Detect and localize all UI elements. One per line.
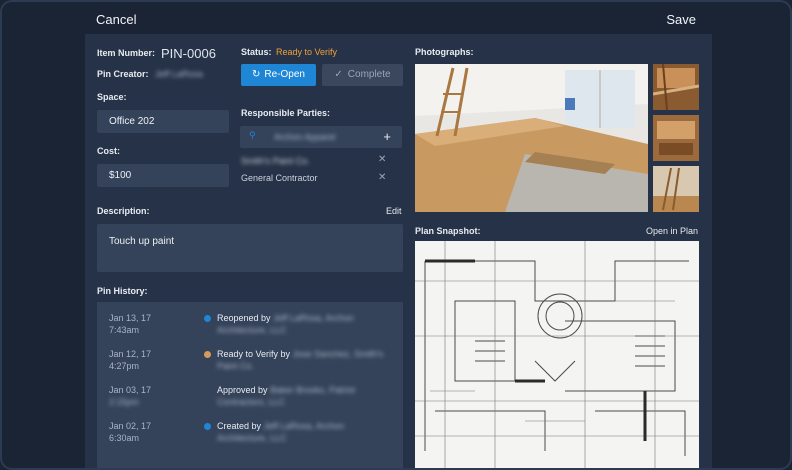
history-time: 4:27pm xyxy=(109,361,140,371)
edit-description-link[interactable]: Edit xyxy=(386,206,402,216)
check-icon: ✓ xyxy=(334,69,343,80)
description-text: Touch up paint xyxy=(109,236,175,247)
description-box[interactable]: Touch up paint xyxy=(97,224,403,272)
status-dot xyxy=(204,351,211,358)
history-action: Created by Jeff LaRosa, Archon Architect… xyxy=(217,421,345,443)
status-dot xyxy=(204,423,211,430)
remove-party-icon[interactable]: ✕ xyxy=(378,172,386,183)
pin-history-label: Pin History: xyxy=(97,286,148,296)
history-date: Jan 13, 17 xyxy=(109,313,152,323)
room-photo-image xyxy=(415,64,648,212)
pin-history-list: Jan 13, 17 7:43am Reopened by Jeff LaRos… xyxy=(97,302,403,468)
item-number-label: Item Number: xyxy=(97,48,156,58)
top-bar: Cancel Save xyxy=(2,2,790,36)
photographs-label: Photographs: xyxy=(415,47,474,57)
reopen-button[interactable]: ↻ Re-Open xyxy=(241,64,316,86)
open-in-plan-link[interactable]: Open in Plan xyxy=(646,226,698,236)
status-value: Ready to Verify xyxy=(276,47,338,57)
search-icon: ⚲ xyxy=(249,130,256,140)
add-party-icon[interactable]: + xyxy=(383,129,391,144)
photo-thumbnail[interactable] xyxy=(653,166,699,212)
status-dot xyxy=(204,315,211,322)
history-time: 7:43am xyxy=(109,325,140,335)
photo-thumbnail[interactable] xyxy=(653,64,699,110)
refresh-icon: ↻ xyxy=(252,69,261,80)
history-action: Approved by Baker Brooks, Patriot Contra… xyxy=(217,385,356,407)
history-date: Jan 12, 17 xyxy=(109,349,152,359)
thumbnail-image xyxy=(653,115,699,161)
photo-thumbnail[interactable] xyxy=(653,115,699,161)
save-button[interactable]: Save xyxy=(666,12,696,27)
status-label: Status: xyxy=(241,47,272,57)
responsible-parties-label: Responsible Parties: xyxy=(241,108,331,118)
history-time: 2:15pm xyxy=(109,397,140,407)
complete-button[interactable]: ✓ Complete xyxy=(322,64,403,86)
cost-field[interactable]: $100 xyxy=(97,164,229,187)
history-date: Jan 03, 17 xyxy=(109,385,152,395)
history-time: 6:30am xyxy=(109,433,140,443)
pin-creator-value: Jeff LaRosa xyxy=(155,69,203,79)
app-window: Cancel Save Item Number: PIN-0006 Pin Cr… xyxy=(0,0,792,470)
plan-snapshot-label: Plan Snapshot: xyxy=(415,226,481,236)
party-item: General Contractor xyxy=(241,173,318,183)
main-photo[interactable] xyxy=(415,64,648,212)
history-date: Jan 02, 17 xyxy=(109,421,152,431)
space-field[interactable]: Office 202 xyxy=(97,110,229,133)
thumbnail-image xyxy=(653,166,699,212)
pin-creator-label: Pin Creator: xyxy=(97,69,149,79)
party-item: Smith's Paint Co. xyxy=(241,156,310,166)
floor-plan-image xyxy=(415,241,699,468)
thumbnail-image xyxy=(653,64,699,110)
item-number-value: PIN-0006 xyxy=(161,46,216,61)
reopen-button-label: Re-Open xyxy=(264,69,305,80)
responsible-party-search[interactable]: ⚲ Archon Apparel + xyxy=(240,126,402,148)
cost-label: Cost: xyxy=(97,146,120,156)
space-label: Space: xyxy=(97,92,127,102)
cancel-button[interactable]: Cancel xyxy=(96,12,136,27)
complete-button-label: Complete xyxy=(347,69,391,80)
remove-party-icon[interactable]: ✕ xyxy=(378,154,386,165)
history-action: Ready to Verify by Jose Sanchez, Smith's… xyxy=(217,349,384,371)
search-value: Archon Apparel xyxy=(274,132,336,142)
plan-snapshot[interactable] xyxy=(415,241,699,468)
pin-detail-panel: Item Number: PIN-0006 Pin Creator: Jeff … xyxy=(85,34,712,468)
history-action: Reopened by Jeff LaRosa, Archon Architec… xyxy=(217,313,354,335)
description-label: Description: xyxy=(97,206,150,216)
